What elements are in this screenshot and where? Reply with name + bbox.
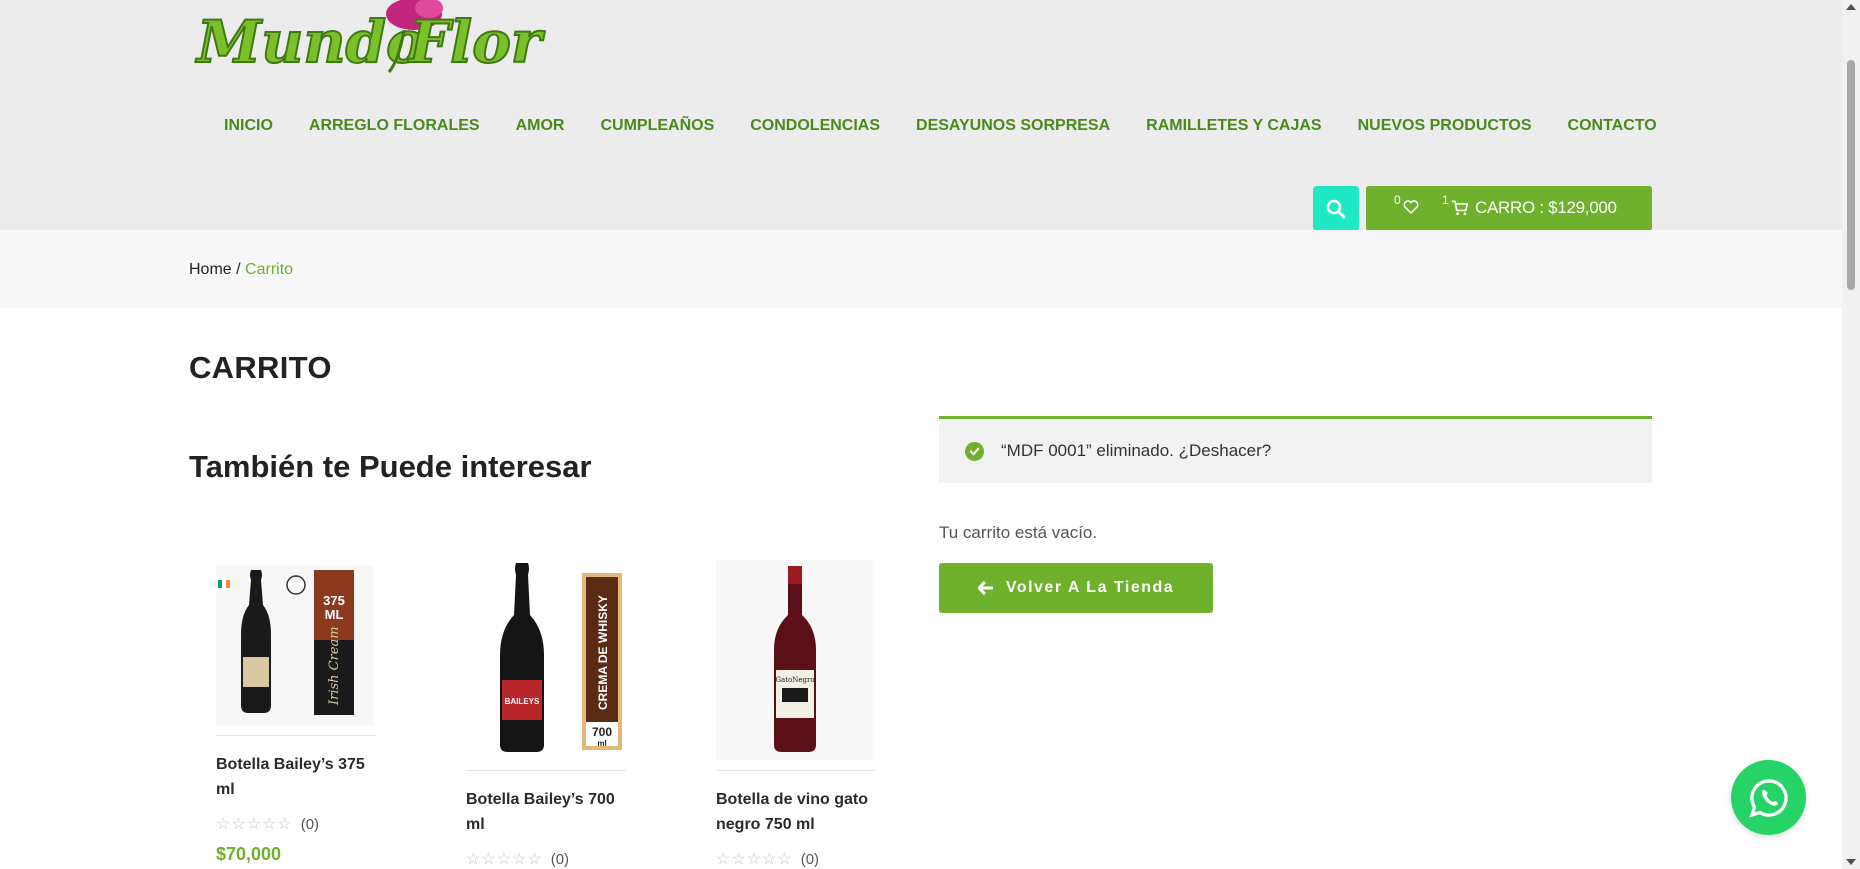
breadcrumb-separator: / bbox=[231, 261, 246, 278]
breadcrumb-home[interactable]: Home bbox=[189, 261, 232, 278]
cart-icon bbox=[1451, 200, 1468, 216]
nav-item-arreglo-florales[interactable]: ARREGLO FLORALES bbox=[309, 115, 480, 137]
page-scrollbar[interactable] bbox=[1842, 0, 1860, 869]
star-rating-icon: ☆☆☆☆☆ bbox=[216, 816, 293, 833]
check-icon bbox=[965, 441, 984, 461]
nav-item-ramilletes-y-cajas[interactable]: RAMILLETES Y CAJAS bbox=[1146, 115, 1321, 137]
nav-item-amor[interactable]: AMOR bbox=[516, 115, 565, 137]
svg-text:700: 700 bbox=[592, 725, 612, 739]
product-divider bbox=[716, 770, 876, 771]
svg-text:Irish Cream: Irish Cream bbox=[327, 626, 342, 706]
product-price: $70,000 bbox=[216, 844, 282, 864]
return-to-shop-label: Volver A La Tienda bbox=[1005, 579, 1175, 596]
breadcrumb-current: Carrito bbox=[245, 261, 294, 278]
cart-count: 1 bbox=[1442, 193, 1449, 207]
svg-text:ML: ML bbox=[325, 607, 344, 622]
svg-text:CREMA DE WHISKY: CREMA DE WHISKY bbox=[596, 595, 610, 710]
product-rating: ☆☆☆☆☆ (0) bbox=[216, 814, 376, 834]
cart-notice: “MDF 0001” eliminado. ¿Deshacer? bbox=[939, 416, 1652, 483]
star-rating-icon: ☆☆☆☆☆ bbox=[466, 851, 543, 868]
product-rating: ☆☆☆☆☆ (0) bbox=[466, 849, 626, 869]
cart-empty-message: Tu carrito está vacío. bbox=[939, 523, 1098, 542]
svg-text:375: 375 bbox=[323, 593, 345, 608]
product-card[interactable]: GatoNegro Botella de vino gato negro 750… bbox=[716, 560, 876, 869]
product-card[interactable]: 375 ML Irish Cream Botella Bailey’s 375 … bbox=[216, 565, 376, 865]
svg-text:GatoNegro: GatoNegro bbox=[775, 676, 814, 684]
cart-button[interactable]: 0 1 CARRO : $129,000 bbox=[1366, 186, 1652, 231]
rating-count: (0) bbox=[800, 850, 820, 868]
product-name[interactable]: Botella Bailey’s 700 ml bbox=[466, 787, 626, 837]
search-icon bbox=[1326, 199, 1346, 218]
product-divider bbox=[216, 735, 376, 736]
product-image[interactable]: BAILEYS CREMA DE WHISKY 700 ml bbox=[466, 560, 624, 760]
notice-message[interactable]: “MDF 0001” eliminado. ¿Deshacer? bbox=[1001, 441, 1271, 461]
nav-item-contacto[interactable]: CONTACTO bbox=[1568, 115, 1657, 137]
site-logo[interactable]: Mundo Flor bbox=[189, 0, 575, 80]
related-products-title: También te Puede interesar bbox=[189, 449, 592, 484]
whatsapp-button[interactable] bbox=[1731, 760, 1806, 835]
nav-item-inicio[interactable]: INICIO bbox=[224, 115, 273, 137]
rating-count: (0) bbox=[300, 815, 320, 833]
product-name[interactable]: Botella de vino gato negro 750 ml bbox=[716, 787, 876, 837]
product-card[interactable]: BAILEYS CREMA DE WHISKY 700 ml Botella B… bbox=[466, 560, 626, 869]
page-title: CARRITO bbox=[189, 350, 332, 385]
product-divider bbox=[466, 770, 626, 771]
nav-item-cumpleanos[interactable]: CUMPLEAÑOS bbox=[600, 115, 714, 137]
nav-item-desayunos-sorpresa[interactable]: DESAYUNOS SORPRESA bbox=[916, 115, 1110, 137]
svg-text:Mundo: Mundo bbox=[195, 8, 425, 76]
site-header: Mundo Flor INICIO ARREGLO FLORALES AMOR … bbox=[0, 0, 1842, 231]
wishlist-count: 0 bbox=[1394, 193, 1401, 207]
wishlist-link[interactable]: 0 bbox=[1394, 194, 1420, 216]
nav-item-condolencias[interactable]: CONDOLENCIAS bbox=[750, 115, 880, 137]
product-rating: ☆☆☆☆☆ (0) bbox=[716, 849, 876, 869]
product-image[interactable]: 375 ML Irish Cream bbox=[216, 565, 374, 725]
rating-count: (0) bbox=[550, 850, 570, 868]
main-nav: INICIO ARREGLO FLORALES AMOR CUMPLEAÑOS … bbox=[224, 115, 1693, 137]
svg-text:BAILEYS: BAILEYS bbox=[505, 697, 540, 706]
search-button[interactable] bbox=[1313, 186, 1359, 231]
cart-icon-group: 1 bbox=[1442, 194, 1470, 217]
svg-text:ml: ml bbox=[597, 739, 606, 748]
scroll-down-arrow[interactable] bbox=[1846, 859, 1856, 865]
scrollbar-thumb[interactable] bbox=[1847, 60, 1855, 290]
scroll-up-arrow[interactable] bbox=[1846, 4, 1856, 10]
product-image[interactable]: GatoNegro bbox=[716, 560, 874, 760]
nav-item-nuevos-productos[interactable]: NUEVOS PRODUCTOS bbox=[1358, 115, 1532, 137]
whatsapp-icon bbox=[1748, 778, 1788, 818]
arrow-left-icon bbox=[977, 581, 994, 595]
heart-icon bbox=[1403, 200, 1419, 214]
breadcrumb: Home / Carrito bbox=[189, 261, 293, 279]
cart-total-label: CARRO : $129,000 bbox=[1475, 198, 1617, 217]
star-rating-icon: ☆☆☆☆☆ bbox=[716, 851, 793, 868]
product-name[interactable]: Botella Bailey’s 375 ml bbox=[216, 752, 376, 802]
return-to-shop-button[interactable]: Volver A La Tienda bbox=[939, 563, 1213, 613]
svg-text:Flor: Flor bbox=[407, 8, 546, 76]
